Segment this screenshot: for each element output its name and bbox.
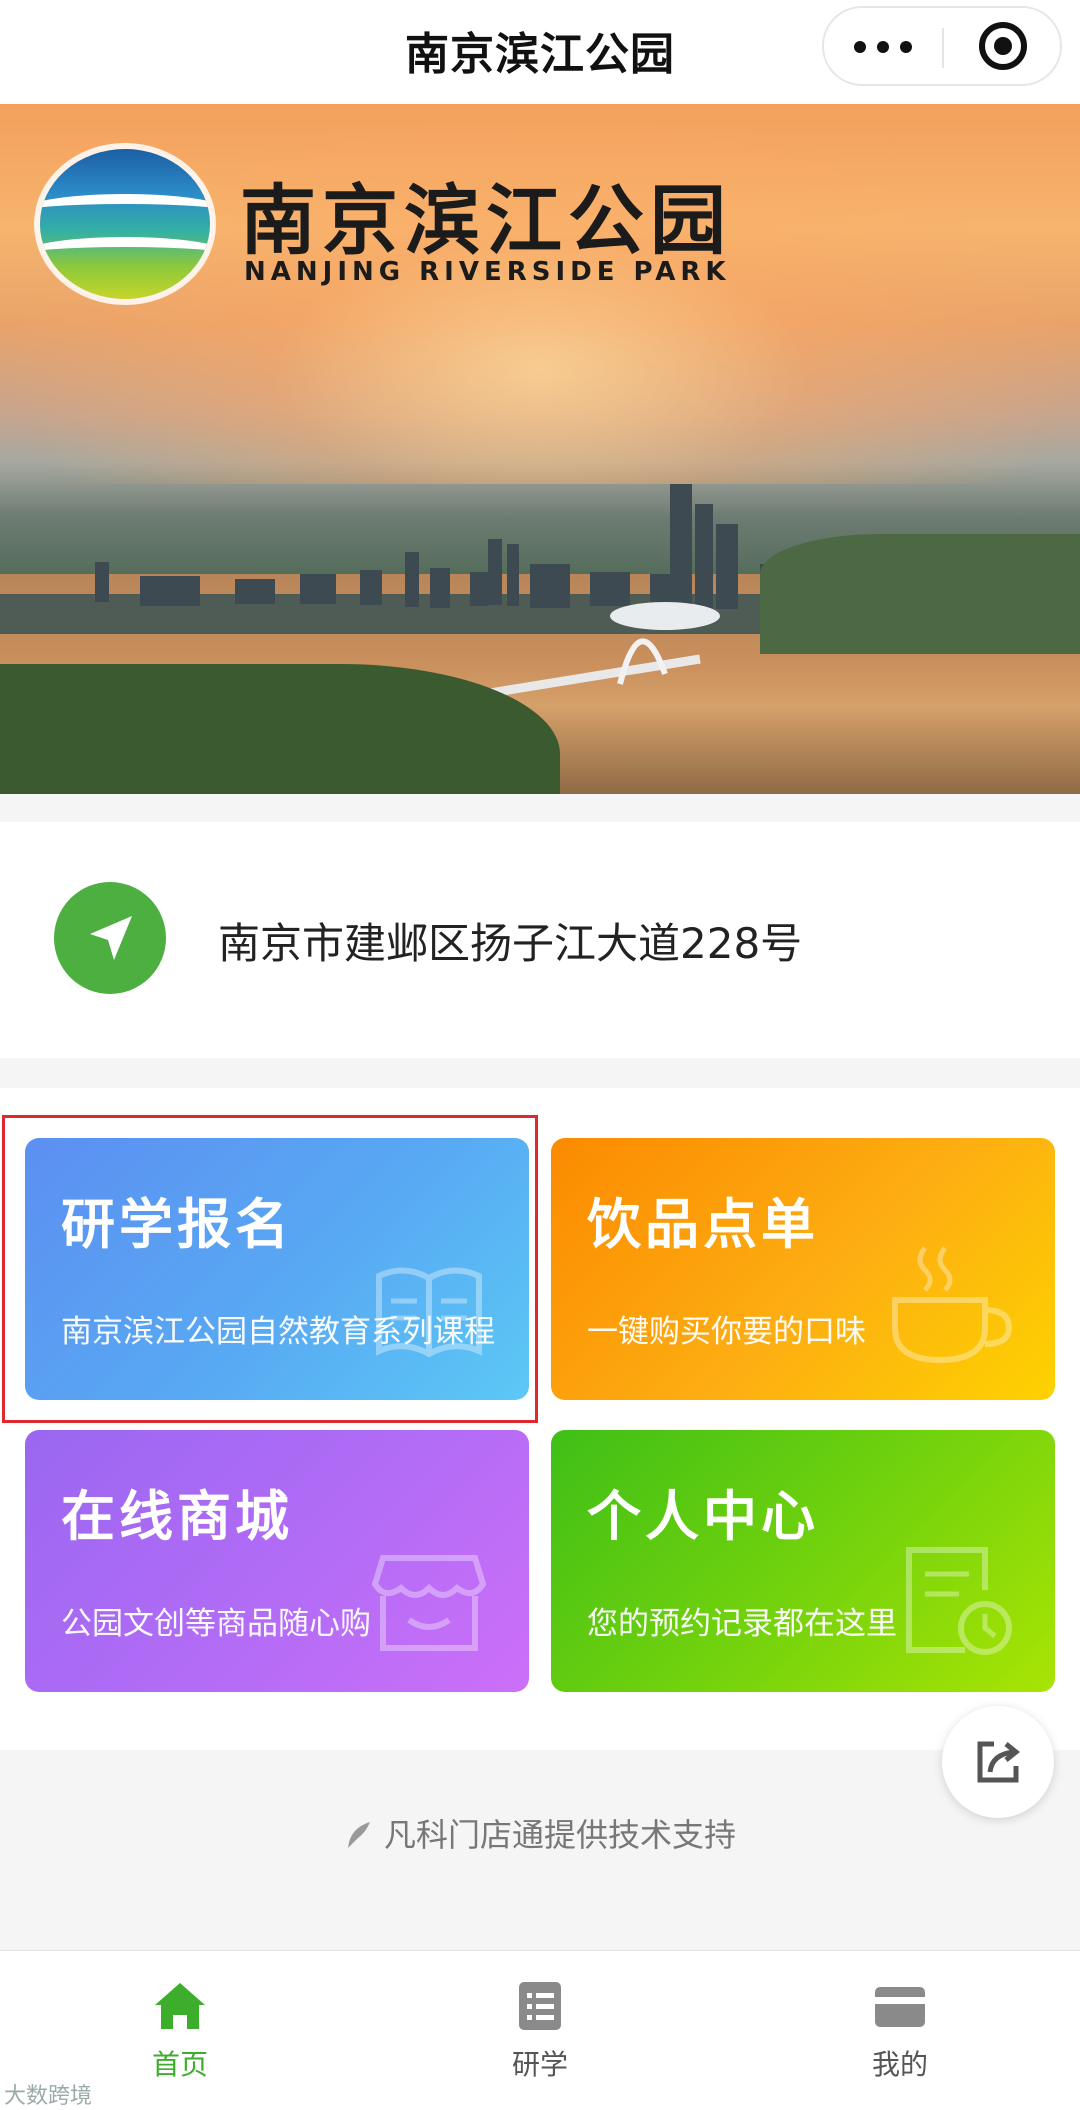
card-title: 在线商城 [61, 1485, 293, 1548]
hero-banner: 南京滨江公园 NANJING RIVERSIDE PARK [0, 104, 1080, 794]
address-row[interactable]: 南京市建邺区扬子江大道228号 [0, 822, 1080, 1058]
fanke-logo-icon [344, 1820, 374, 1858]
home-icon [155, 1983, 205, 2029]
park-logo-emblem [40, 149, 210, 299]
card-subtitle: 公园文创等商品随心购 [61, 1606, 371, 1642]
tab-bar: 首页 研学 我的 [0, 1950, 1080, 2110]
logo-title-cn: 南京滨江公园 [240, 176, 732, 265]
more-button[interactable] [824, 8, 942, 84]
record-clock-icon [906, 1547, 1012, 1655]
tab-study[interactable]: 研学 [440, 1951, 640, 2110]
close-button[interactable] [944, 8, 1062, 84]
list-icon [519, 1982, 561, 2030]
nav-bar: 南京滨江公园 [0, 0, 1080, 104]
address-text: 南京市建邺区扬子江大道228号 [218, 919, 803, 968]
share-icon [977, 1741, 1021, 1783]
feature-grid: 研学报名 南京滨江公园自然教育系列课程 饮品点单 一键购买你要的口味 在线商城 … [0, 1088, 1080, 1750]
shop-icon [371, 1555, 487, 1651]
card-online-mall[interactable]: 在线商城 公园文创等商品随心购 [25, 1430, 529, 1692]
card-drink-order[interactable]: 饮品点单 一键购买你要的口味 [551, 1138, 1055, 1400]
tab-home[interactable]: 首页 [80, 1951, 280, 2110]
card-title: 研学报名 [61, 1193, 293, 1256]
book-icon [376, 1267, 482, 1358]
card-title: 个人中心 [587, 1485, 819, 1548]
tab-mine[interactable]: 我的 [800, 1951, 1000, 2110]
tab-label: 首页 [151, 2048, 208, 2081]
watermark: 大数跨境 [4, 2084, 93, 2109]
mini-program-capsule [822, 6, 1062, 86]
card-icon [875, 1987, 925, 2027]
card-subtitle: 您的预约记录都在这里 [587, 1606, 897, 1642]
coffee-cup-icon [892, 1246, 1013, 1364]
card-study-signup[interactable]: 研学报名 南京滨江公园自然教育系列课程 [25, 1138, 529, 1400]
park-logo: 南京滨江公园 NANJING RIVERSIDE PARK [40, 149, 726, 309]
card-personal-center[interactable]: 个人中心 您的预约记录都在这里 [551, 1430, 1055, 1692]
card-subtitle: 一键购买你要的口味 [587, 1314, 866, 1350]
more-dots-icon [854, 41, 866, 53]
logo-title-en: NANJING RIVERSIDE PARK [244, 257, 731, 287]
tab-label: 我的 [871, 2048, 928, 2081]
tech-support-footer: 凡科门店通提供技术支持 [0, 1750, 1080, 1950]
navigation-arrow-icon [54, 882, 166, 994]
support-text: 凡科门店通提供技术支持 [383, 1816, 736, 1854]
share-button[interactable] [942, 1706, 1054, 1818]
card-title: 饮品点单 [587, 1193, 819, 1256]
tab-label: 研学 [511, 2048, 568, 2081]
